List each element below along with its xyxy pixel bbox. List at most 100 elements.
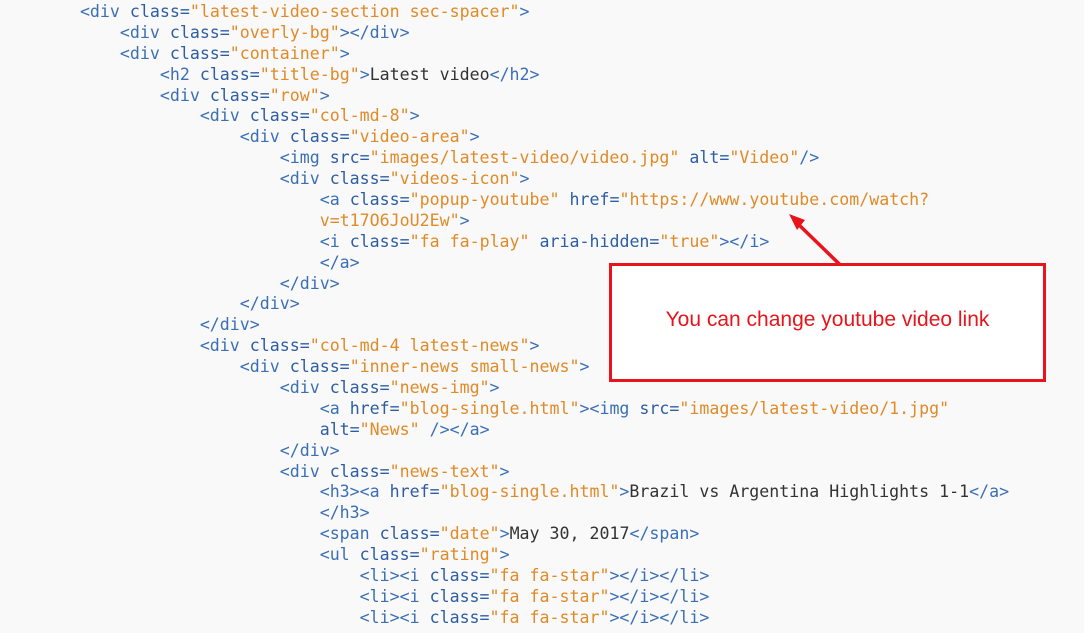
- code-value-token: "inner-news small-news": [349, 357, 580, 377]
- code-attribute-token: class=: [249, 106, 310, 126]
- code-tag-token: <li><i: [359, 607, 430, 627]
- code-line: alt="News" /></a>: [0, 420, 1009, 441]
- code-tag-token: ></i></li>: [609, 566, 710, 586]
- code-tag-token: ></i></li>: [609, 607, 710, 627]
- code-value-token: "Video": [729, 148, 800, 168]
- code-value-token: "true": [659, 231, 720, 251]
- code-attribute-token: class=: [379, 524, 440, 544]
- code-tag-token: >: [469, 127, 480, 147]
- code-tag-token: >: [519, 2, 530, 21]
- code-tag-token: <ul: [319, 545, 360, 565]
- code-tag-token: <div: [119, 43, 170, 63]
- code-tag-token: <div: [239, 127, 290, 147]
- code-tag-token: </div>: [239, 294, 300, 314]
- code-line: <a href="blog-single.html"><img src="ima…: [0, 399, 1009, 420]
- code-attribute-token: class=: [289, 357, 350, 377]
- code-value-token: "date": [439, 524, 500, 544]
- code-value-token: "container": [229, 43, 340, 63]
- code-attribute-token: alt=: [689, 148, 730, 168]
- code-line: <div class="container">: [0, 44, 1009, 65]
- code-value-token: "news-img": [389, 378, 490, 398]
- code-viewer: <div class="latest-video-section sec-spa…: [0, 0, 1084, 633]
- code-value-token: "images/latest-video/video.jpg": [369, 148, 680, 168]
- code-tag-token: ><img: [579, 398, 640, 418]
- code-line: <li><i class="fa fa-star"></i></li>: [0, 566, 1009, 587]
- code-attribute-token: class=: [209, 85, 270, 105]
- code-tag-token: <div: [279, 169, 330, 189]
- code-attribute-token: class=: [329, 461, 390, 481]
- code-tag-token: >: [319, 85, 330, 105]
- code-tag-token: >: [499, 461, 510, 481]
- code-line: <h3><a href="blog-single.html">Brazil vs…: [0, 482, 1009, 503]
- code-value-token: v=t17O6JoU2Ew": [319, 210, 460, 230]
- code-value-token: "News": [359, 419, 420, 439]
- code-attribute-token: class=: [349, 190, 410, 210]
- code-line: <li><i class="fa fa-star"></i></li>: [0, 587, 1009, 608]
- code-attribute-token: href=: [389, 482, 440, 502]
- annotation-callout: You can change youtube video link: [609, 263, 1046, 382]
- code-attribute-token: class=: [429, 566, 490, 586]
- code-tag-token: <h2: [159, 64, 200, 84]
- code-tag-token: />: [799, 148, 820, 168]
- code-tag-token: <h3><a: [319, 482, 390, 502]
- code-text-token: May 30, 2017: [509, 524, 630, 544]
- code-text-token: Latest video: [369, 64, 490, 84]
- code-tag-token: <div: [279, 378, 330, 398]
- code-value-token: "row": [269, 85, 320, 105]
- code-line: </div>: [0, 441, 1009, 462]
- code-attribute-token: class=: [249, 336, 310, 356]
- code-tag-token: </a>: [969, 482, 1010, 502]
- code-attribute-token: class=: [169, 43, 230, 63]
- code-line: v=t17O6JoU2Ew">: [0, 211, 1009, 232]
- code-line: <a class="popup-youtube" href="https://w…: [0, 190, 1009, 211]
- code-value-token: "overly-bg": [229, 22, 340, 42]
- code-space-token: [530, 232, 540, 251]
- code-value-token: "news-text": [389, 461, 500, 481]
- code-attribute-token: class=: [429, 607, 490, 627]
- code-tag-token: <div: [79, 2, 130, 21]
- code-attribute-token: class=: [199, 64, 260, 84]
- code-value-token: "images/latest-video/1.jpg": [679, 398, 950, 418]
- code-tag-token: </a>: [319, 252, 360, 272]
- code-value-token: "popup-youtube": [409, 190, 560, 210]
- code-value-token: "title-bg": [259, 64, 360, 84]
- code-attribute-token: class=: [289, 127, 350, 147]
- code-tag-token: >: [499, 524, 510, 544]
- code-value-token: "fa fa-star": [489, 566, 610, 586]
- code-value-token: "col-md-4 latest-news": [309, 336, 530, 356]
- annotation-text: You can change youtube video link: [665, 308, 990, 331]
- code-tag-token: <li><i: [359, 566, 430, 586]
- code-value-token: "blog-single.html": [439, 482, 620, 502]
- code-value-token: "fa fa-play": [409, 231, 530, 251]
- code-space-token: [420, 420, 430, 439]
- code-tag-token: >: [459, 210, 470, 230]
- code-tag-token: >: [409, 106, 420, 126]
- code-value-token: "blog-single.html": [399, 398, 580, 418]
- code-attribute-token: class=: [349, 231, 410, 251]
- code-tag-token: <div: [199, 106, 250, 126]
- code-line: <div class="row">: [0, 86, 1009, 107]
- code-tag-token: >: [339, 43, 350, 63]
- code-line: <ul class="rating">: [0, 545, 1009, 566]
- code-line: <li><i class="fa fa-star"></i></li>: [0, 608, 1009, 629]
- code-tag-token: /></a>: [429, 419, 490, 439]
- code-tag-token: <div: [239, 357, 290, 377]
- code-tag-token: <div: [159, 85, 210, 105]
